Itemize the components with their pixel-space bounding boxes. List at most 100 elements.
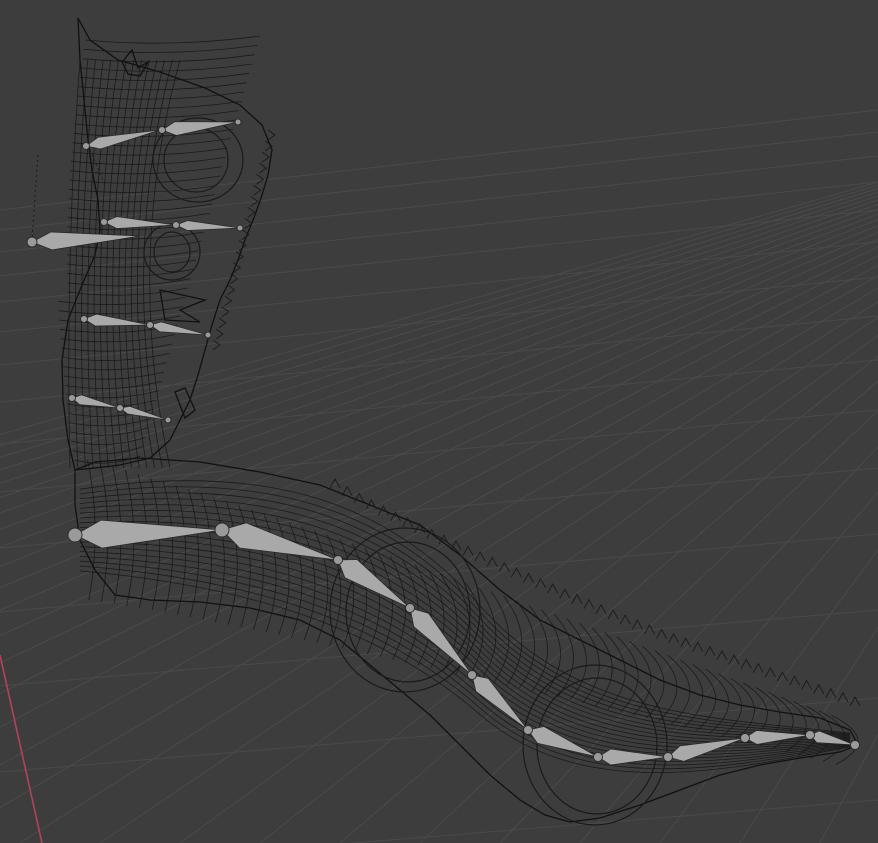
bone-joint[interactable]	[663, 752, 673, 762]
bone-joint[interactable]	[68, 394, 76, 402]
bone-joint[interactable]	[26, 236, 38, 248]
spike	[740, 658, 752, 669]
bone-joint[interactable]	[100, 218, 108, 226]
bone-joint[interactable]	[333, 555, 343, 565]
bone-joint[interactable]	[214, 522, 230, 538]
bone-joint[interactable]	[80, 315, 88, 323]
spike	[752, 662, 764, 673]
mesh-edge	[478, 587, 497, 680]
grid-line	[0, 131, 878, 231]
spike	[583, 598, 595, 609]
bone-joint[interactable]	[593, 752, 603, 762]
spike	[619, 614, 631, 625]
mesh-edge	[61, 343, 173, 352]
mesh-edge	[84, 35, 261, 44]
spike	[253, 184, 262, 196]
spike	[523, 572, 534, 583]
ring-upper-1-inner	[163, 127, 229, 193]
spike	[259, 162, 268, 174]
mesh-edge	[566, 618, 587, 701]
grid-line	[0, 109, 878, 211]
bone[interactable]	[149, 321, 209, 336]
mesh-edge	[79, 486, 851, 735]
mesh-edge	[75, 110, 239, 119]
spike	[215, 328, 224, 340]
spike	[680, 637, 692, 648]
bone-joint[interactable]	[523, 725, 533, 735]
spike	[511, 567, 522, 578]
bone-joint[interactable]	[204, 331, 212, 339]
mesh-edge	[80, 72, 250, 81]
mesh-edge	[60, 334, 175, 343]
mesh-edge	[137, 59, 166, 469]
spike	[789, 675, 800, 686]
mesh-edge	[71, 147, 229, 156]
spike	[267, 129, 276, 141]
spike	[692, 641, 704, 652]
bone-joint[interactable]	[172, 221, 180, 229]
mesh-edge	[82, 54, 255, 63]
mesh-edge	[301, 526, 316, 641]
bone-joint[interactable]	[164, 416, 172, 424]
spike	[801, 679, 813, 690]
spike	[825, 687, 837, 698]
mesh-edge	[76, 100, 242, 109]
spike	[631, 619, 643, 630]
spike	[559, 588, 571, 599]
spike	[547, 583, 559, 594]
spike	[656, 628, 667, 639]
bone-joint[interactable]	[146, 321, 154, 329]
mesh-edge	[81, 63, 253, 72]
viewport-canvas[interactable]	[0, 0, 878, 843]
bone-joint[interactable]	[236, 224, 244, 232]
spike	[728, 654, 740, 665]
bone-joint[interactable]	[234, 118, 242, 126]
mesh-edge	[67, 268, 194, 277]
spike	[227, 284, 236, 296]
fin-mid	[159, 289, 208, 323]
armature-bones[interactable]	[26, 118, 860, 766]
mesh-edge	[70, 156, 226, 165]
3d-viewport[interactable]	[0, 0, 878, 843]
spike	[247, 207, 256, 218]
spike	[716, 650, 728, 661]
ring-upper-2-inner	[153, 231, 191, 273]
spike	[212, 339, 221, 351]
spike	[224, 295, 233, 307]
bone-relation-line-1	[31, 154, 39, 241]
bone-joint[interactable]	[850, 740, 860, 750]
spike	[849, 696, 861, 707]
bone[interactable]	[174, 220, 241, 231]
spike	[486, 556, 498, 567]
spike	[462, 545, 474, 556]
mesh-edge	[69, 418, 151, 427]
mesh-edge	[83, 44, 258, 53]
spike	[261, 151, 270, 163]
bone-joint[interactable]	[82, 142, 90, 150]
spike	[256, 173, 265, 185]
mesh-edge	[77, 91, 245, 100]
spike	[813, 683, 825, 694]
spike	[764, 666, 776, 678]
lower-section-outline	[74, 457, 859, 823]
mesh-edge	[63, 371, 165, 380]
mesh-edge	[67, 203, 213, 212]
bone-joint[interactable]	[67, 527, 83, 543]
tentacle-mesh-wireframe[interactable]	[58, 17, 861, 826]
bone-joint[interactable]	[740, 733, 750, 743]
bone-joint[interactable]	[467, 670, 477, 680]
mesh-edge	[71, 436, 146, 445]
bone[interactable]	[83, 313, 151, 327]
spike	[218, 317, 227, 329]
grid-line	[0, 533, 878, 613]
spike	[704, 645, 716, 656]
mesh-edge	[68, 59, 81, 469]
bone-joint[interactable]	[116, 404, 124, 412]
bone-joint[interactable]	[405, 603, 415, 613]
bone-joint[interactable]	[158, 126, 166, 134]
bone-joint[interactable]	[805, 730, 815, 740]
mesh-edge	[364, 547, 380, 655]
mesh-edge	[79, 521, 851, 741]
mesh-edge	[78, 82, 247, 91]
spike	[329, 478, 341, 489]
